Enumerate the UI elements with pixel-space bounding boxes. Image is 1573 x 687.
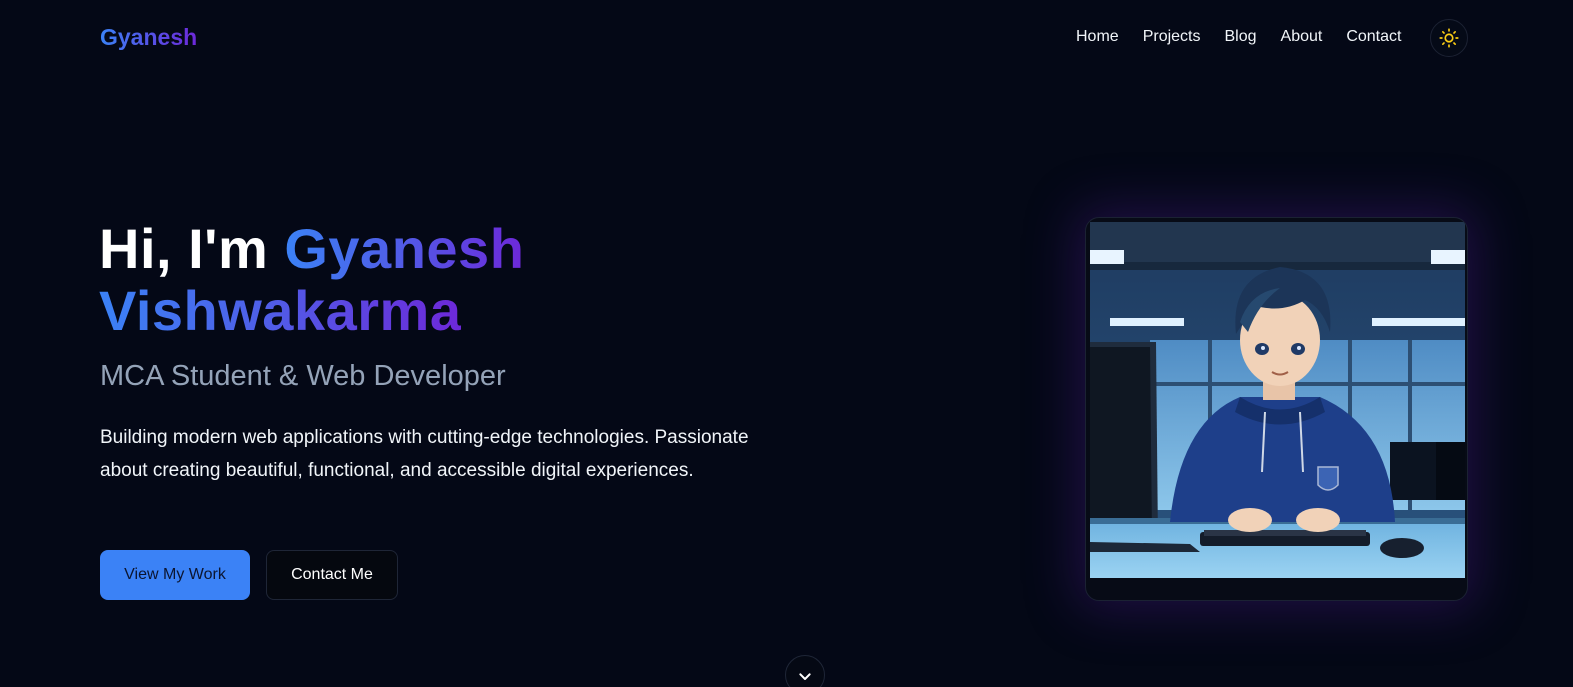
hero-heading: Hi, I'm Gyanesh Vishwakarma <box>99 218 859 342</box>
hero-greeting: Hi, I'm <box>99 217 285 280</box>
hero-subtitle: MCA Student & Web Developer <box>100 360 506 392</box>
nav-link-about[interactable]: About <box>1281 28 1323 46</box>
hero-name-first: Gyanesh <box>284 217 525 280</box>
profile-image-frame <box>1085 217 1468 601</box>
nav-link-contact[interactable]: Contact <box>1346 28 1401 46</box>
nav-link-home[interactable]: Home <box>1076 28 1119 46</box>
sun-icon <box>1439 28 1459 48</box>
chevron-down-icon <box>799 673 811 680</box>
hero-name-last: Vishwakarma <box>99 279 462 342</box>
profile-illustration <box>1090 222 1465 578</box>
theme-toggle-button[interactable] <box>1430 19 1468 57</box>
site-logo[interactable]: Gyanesh <box>100 24 197 51</box>
nav-links: Home Projects Blog About Contact <box>1076 28 1425 46</box>
scroll-down-button[interactable] <box>785 655 825 687</box>
contact-me-button[interactable]: Contact Me <box>266 550 398 600</box>
nav-link-projects[interactable]: Projects <box>1143 28 1201 46</box>
nav-link-blog[interactable]: Blog <box>1224 28 1256 46</box>
view-my-work-button[interactable]: View My Work <box>100 550 250 600</box>
hero-description: Building modern web applications with cu… <box>100 427 749 481</box>
top-navbar: Gyanesh Home Projects Blog About Contact <box>0 0 1573 76</box>
